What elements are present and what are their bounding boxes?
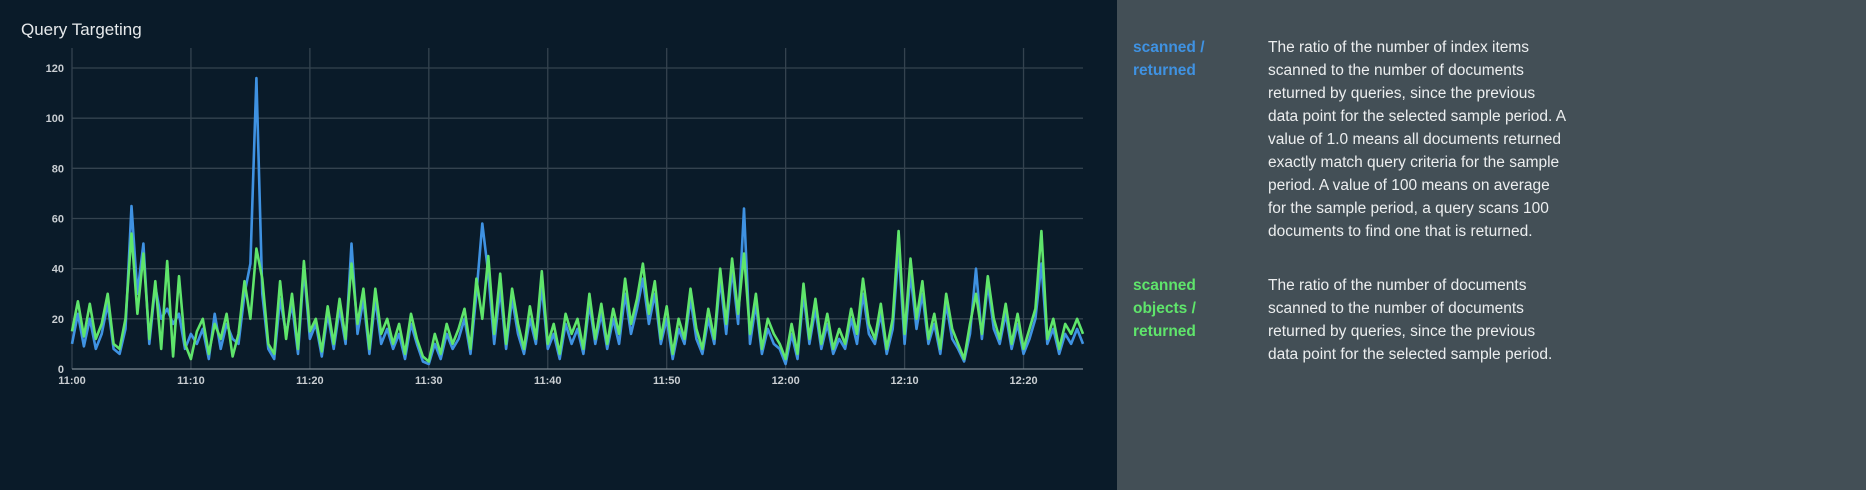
label-line: scanned: [1133, 277, 1196, 294]
x-tick-label: 11:40: [534, 375, 562, 387]
y-tick-label: 120: [46, 63, 64, 75]
query-targeting-chart[interactable]: 02040608010012011:00 11:10 11:20 11:30 11:40…: [0, 0, 1117, 490]
x-tick-label: 11:50: [653, 375, 681, 387]
y-tick-label: 80: [52, 163, 64, 175]
x-tick-label: 12:20: [1009, 375, 1037, 387]
legend-label-scanned-objects-returned: scanned objects / returned: [1133, 274, 1268, 366]
y-tick-label: 40: [52, 264, 64, 276]
y-tick-label: 100: [46, 113, 64, 125]
label-line: returned: [1133, 323, 1196, 340]
x-tick-label: 11:00: [58, 375, 86, 387]
x-tick-label: 12:10: [891, 375, 919, 387]
chart-panel: Query Targeting 0 20 40 60 80 100 120 11:00 11:1…: [0, 0, 1117, 490]
y-tick-label: 60: [52, 214, 64, 226]
legend-panel: scanned / returned The ratio of the numb…: [1117, 0, 1866, 490]
y-tick-label: 20: [52, 314, 64, 326]
legend-description-scanned-objects-returned: The ratio of the number of documents sca…: [1268, 277, 1553, 363]
legend-entry-scanned-objects-returned: scanned objects / returned The ratio of …: [1133, 274, 1568, 366]
label-line: objects /: [1133, 300, 1196, 317]
legend-label-scanned-returned: scanned / returned: [1133, 36, 1268, 243]
label-line: scanned /: [1133, 39, 1205, 56]
x-tick-label: 12:00: [772, 375, 800, 387]
x-tick-label: 11:10: [177, 375, 205, 387]
legend-entry-scanned-returned: scanned / returned The ratio of the numb…: [1133, 36, 1568, 243]
label-line: returned: [1133, 62, 1196, 79]
legend-description-scanned-returned: The ratio of the number of index items s…: [1268, 39, 1566, 240]
x-tick-label: 11:20: [296, 375, 324, 387]
x-tick-label: 11:30: [415, 375, 443, 387]
